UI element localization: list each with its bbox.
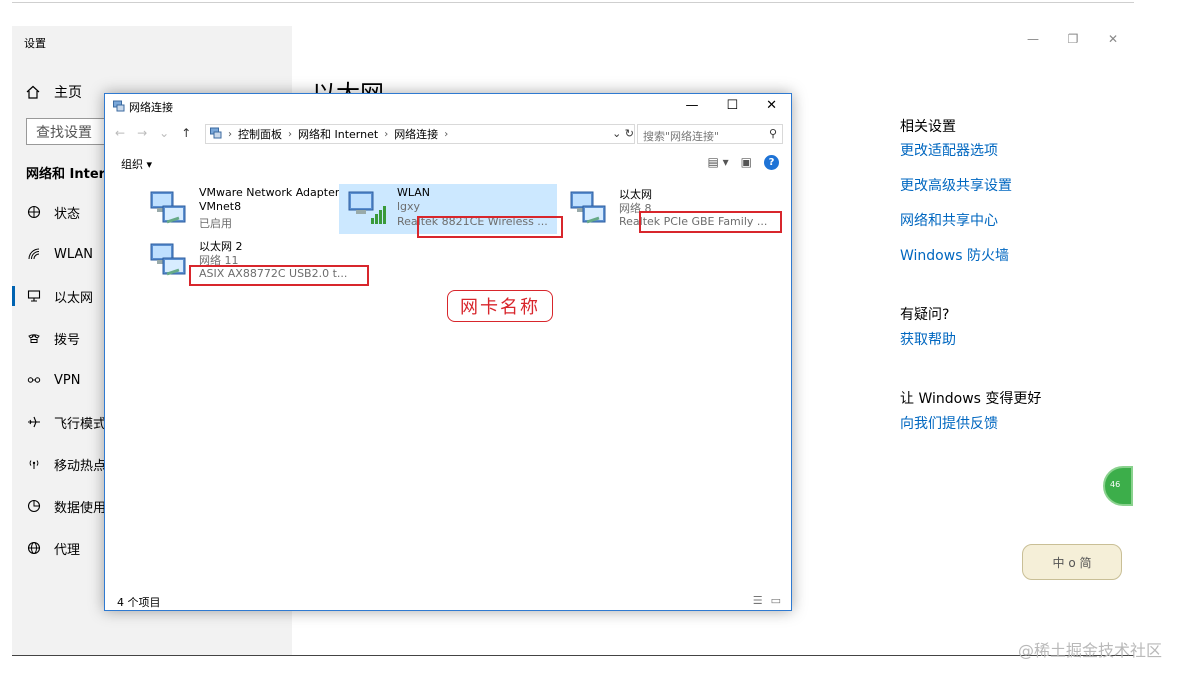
annotation-box-ethernet [639,211,782,233]
breadcrumb-item[interactable]: 网络连接 [394,126,438,142]
explorer-maximize-button[interactable]: ☐ [726,98,738,113]
sidebar-item-label: VPN [54,372,81,388]
search-placeholder: 搜索"网络连接" [643,130,720,143]
network-sharing-center-link[interactable]: 网络和共享中心 [900,210,998,230]
breadcrumb-separator: › [288,128,292,140]
sidebar-item-label: 以太网 [54,290,94,306]
recent-dropdown-icon[interactable]: ⌄ [159,126,169,140]
logo-badge: 中 o 简 [1022,544,1122,580]
organize-button[interactable]: 组织 ▾ [121,156,152,172]
help-icon[interactable]: ? [764,155,779,170]
logo-text: 中 o 简 [1052,555,1092,570]
related-settings-heading: 相关设置 [900,119,956,135]
close-button[interactable]: ✕ [1106,32,1120,46]
toolbar-icons: ▤ ▾ ▣ ? [707,155,779,170]
globe-icon [26,541,42,555]
control-panel-icon [210,127,222,142]
maximize-button[interactable]: ❐ [1066,32,1080,46]
view-toggle-icons: ☰ ▭ [753,594,781,607]
annotation-box-wlan [417,216,563,238]
preview-pane-icon[interactable]: ▣ [741,155,752,170]
sidebar-item-label: WLAN [54,246,94,262]
explorer-search-input[interactable]: 搜索"网络连接" ⚲ [637,124,783,144]
forward-button[interactable]: → [137,126,147,140]
windows-firewall-link[interactable]: Windows 防火墙 [900,245,1009,265]
breadcrumb-separator: › [384,128,389,140]
status-bar-count: 4 个项目 [117,596,161,609]
network-connections-window: 网络连接 — ☐ ✕ ← → ⌄ ↑ › 控制面板 › 网络和 Internet… [104,93,792,611]
phone-icon [26,331,42,345]
explorer-toolbar: 组织 ▾ ▤ ▾ ▣ ? [105,152,791,176]
screenshot: { "settings": { "app_title": "设置", "home… [0,0,1199,678]
connection-name: VMware Network Adapter VMnet8 [199,186,340,213]
globe-icon [26,205,42,219]
watermark: @稀土掘金技术社区 [1018,641,1163,660]
explorer-window-controls: — ☐ ✕ [685,98,777,113]
explorer-title-bar: 网络连接 [113,99,173,115]
view-options-icon[interactable]: ▤ ▾ [707,155,728,170]
home-icon [26,85,42,99]
hotspot-icon [26,457,42,471]
sidebar-item-label: 代理 [54,542,81,558]
network-adapter-icon [569,188,609,226]
network-adapter-icon [149,188,189,226]
sidebar-item-label: 飞行模式 [54,416,107,432]
connection-status: 已启用 [199,217,232,230]
home-label: 主页 [54,85,82,101]
minimize-button[interactable]: — [1026,32,1040,46]
sidebar-item-label: 移动热点 [54,458,107,474]
explorer-title: 网络连接 [129,101,173,114]
question-heading: 有疑问? [900,307,950,323]
data-usage-icon [26,499,42,513]
breadcrumb-item[interactable]: 网络和 Internet [298,126,378,142]
top-divider [12,2,1134,3]
up-button[interactable]: ↑ [181,126,191,140]
improve-windows-heading: 让 Windows 变得更好 [900,391,1042,407]
change-adapter-options-link[interactable]: 更改适配器选项 [900,140,998,160]
breadcrumb-separator: › [444,128,449,140]
annotation-box-ethernet-2 [189,265,369,286]
wireless-adapter-icon [347,188,387,226]
give-feedback-link[interactable]: 向我们提供反馈 [900,413,998,433]
back-button[interactable]: ← [115,126,125,140]
sidebar-item-label: 拨号 [54,332,81,348]
connection-status: lgxy [397,200,421,213]
address-bar[interactable]: › 控制面板 › 网络和 Internet › 网络连接 › ⌄ ↻ [205,124,635,144]
network-adapter-icon [149,240,189,278]
bottom-divider [12,655,1134,656]
explorer-close-button[interactable]: ✕ [766,98,777,113]
network-folder-icon [113,100,125,115]
connection-name: WLAN [397,186,431,199]
nav-arrows: ← → ⌄ ↑ [115,126,191,140]
window-controls: — ❐ ✕ [1026,32,1120,46]
annotation-label: 网卡名称 [447,290,553,322]
refresh-icon[interactable]: ⌄ ↻ [612,127,634,140]
vpn-icon [26,373,42,387]
airplane-icon [26,415,42,429]
sidebar-item-label: 状态 [54,206,81,222]
sidebar-item-label: 数据使用 [54,500,107,516]
tiles-view-icon[interactable]: ▭ [771,594,781,607]
breadcrumb-separator: › [228,128,232,140]
home-nav-item[interactable]: 主页 [26,82,82,102]
breadcrumb-item[interactable]: 控制面板 [238,126,282,142]
wifi-icon [26,247,42,261]
get-help-link[interactable]: 获取帮助 [900,329,956,349]
nav-section-title: 网络和 Intern [26,167,115,182]
advanced-sharing-link[interactable]: 更改高级共享设置 [900,175,1012,195]
search-icon: ⚲ [768,127,777,140]
ethernet-icon [26,289,42,303]
explorer-minimize-button[interactable]: — [685,98,698,113]
details-view-icon[interactable]: ☰ [753,594,763,607]
connection-vmware[interactable]: VMware Network Adapter VMnet8 已启用 [141,184,359,234]
app-title: 设置 [24,37,46,50]
